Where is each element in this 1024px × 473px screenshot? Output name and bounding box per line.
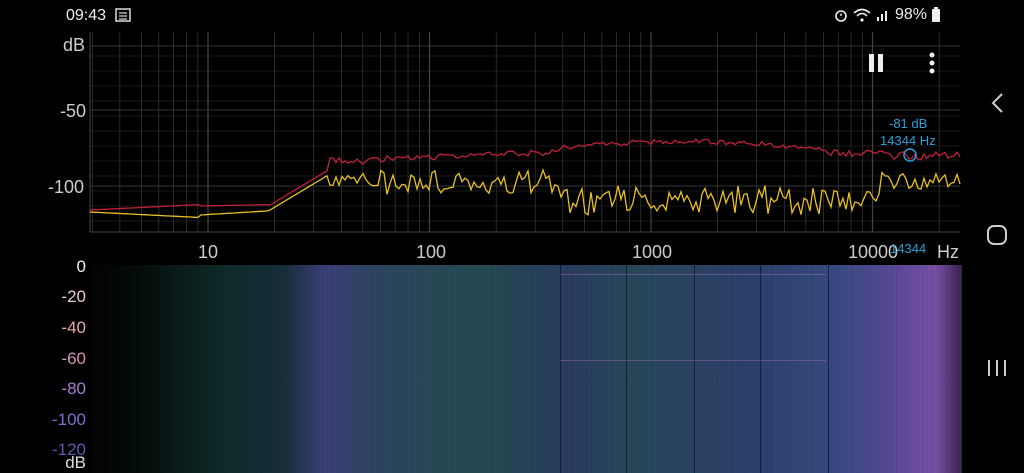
signal-icon [876,11,887,21]
x-axis-unit: Hz [937,242,959,262]
recents-button[interactable] [982,353,1012,383]
spectrogram-gridline [828,265,829,473]
x-tick-1000: 1000 [632,242,672,262]
spectrogram-gridline [626,265,627,473]
home-icon [987,225,1007,245]
peak-hz-label: 14344 Hz [880,133,936,148]
more-vert-icon [929,52,935,74]
sim-icon [115,8,131,22]
spectrogram-db-60: -60 [61,349,86,368]
x-tick-100: 100 [416,242,446,262]
spectrum-chart[interactable]: dB -50 -100 10 100 1000 10000 Hz -81 dB … [0,30,968,270]
y-axis-unit: dB [63,35,85,55]
spectrogram-gridline [560,265,561,473]
y-tick-minus100: -100 [48,177,84,197]
back-icon [991,93,1003,113]
live-spectrum-series [89,168,961,219]
back-button[interactable] [982,88,1012,118]
spectrogram-texture [90,265,962,473]
spectrogram-trace-top [560,274,826,275]
spectrogram-gridline [760,265,761,473]
spectrogram-db-40: -40 [61,318,86,337]
home-button[interactable] [982,220,1012,250]
y-tick-minus50: -50 [60,101,86,121]
spectrogram-db-0: 0 [76,257,86,276]
peak-hold-series [89,138,961,211]
spectrogram[interactable] [90,265,962,473]
spectrogram-db-100: -100 [51,410,86,429]
battery-percent: 98% [894,6,927,23]
pause-button[interactable] [864,50,888,76]
peak-db-label: -81 dB [889,116,927,131]
spectrogram-db-unit: dB [65,453,86,472]
status-time: 09:43 [66,7,107,24]
spectrogram-trace-mid [560,360,826,361]
recents-icon [988,360,1006,376]
more-options-button[interactable] [920,50,944,76]
navigation-bar [970,0,1024,473]
spectrogram-db-20: -20 [61,287,86,306]
status-bar: 09:43 98% [0,0,970,30]
spectrogram-gridline [694,265,695,473]
x-tick-10: 10 [198,242,218,262]
wifi-icon [853,8,871,22]
battery-icon [932,6,940,22]
alarm-icon [835,10,847,22]
spectrogram-db-80: -80 [61,379,86,398]
pause-icon [869,54,883,72]
cursor-frequency-label: 14344 [890,241,926,256]
